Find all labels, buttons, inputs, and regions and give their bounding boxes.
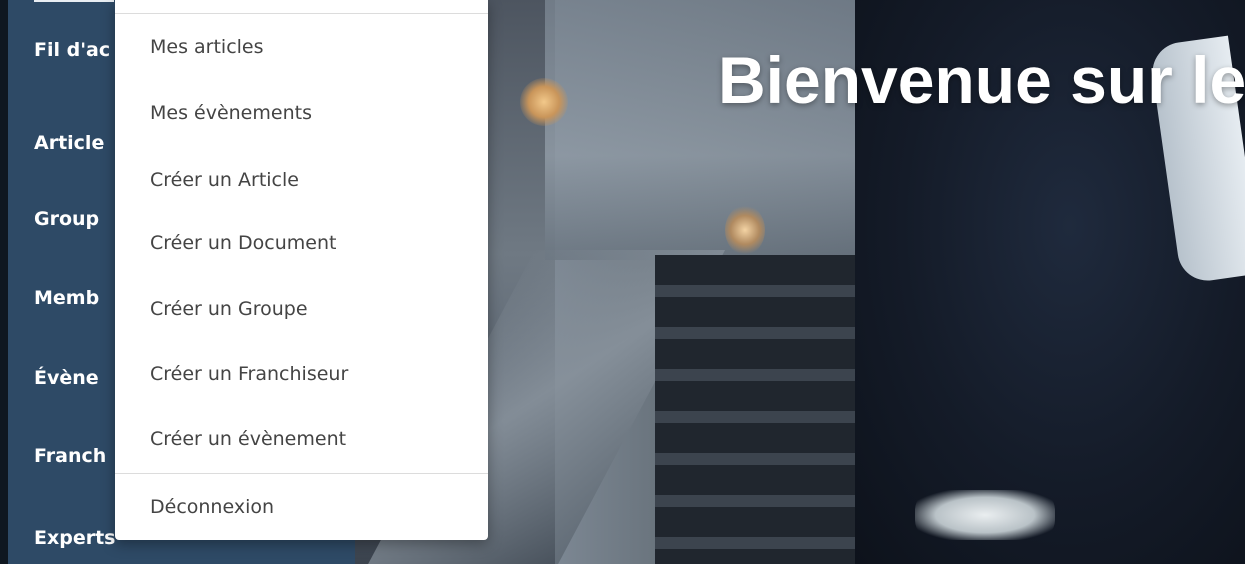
menu-item-creer-groupe[interactable]: Créer un Groupe (150, 292, 470, 326)
menu-item-creer-document[interactable]: Créer un Document (150, 226, 470, 260)
menu-item-creer-article[interactable]: Créer un Article (150, 163, 470, 197)
hero-light-bokeh (520, 78, 568, 126)
menu-item-mes-evenements[interactable]: Mes évènements (150, 96, 470, 130)
hero-background-window (545, 0, 885, 260)
page: Fil d'ac Article Group Memb Évène Franch… (0, 0, 1245, 564)
menu-item-mes-articles[interactable]: Mes articles (150, 30, 470, 64)
hero-light-glow (915, 490, 1055, 540)
user-dropdown-menu: Mes articles Mes évènements Créer un Art… (115, 0, 488, 540)
sidebar-top-divider (34, 0, 114, 2)
menu-divider (115, 13, 488, 14)
menu-item-creer-franchiseur[interactable]: Créer un Franchiseur (150, 357, 470, 391)
menu-item-creer-evenement[interactable]: Créer un évènement (150, 422, 470, 456)
hero-light-bokeh (725, 205, 765, 255)
hero-title: Bienvenue sur le (718, 43, 1245, 117)
menu-divider (115, 473, 488, 474)
logout-button[interactable]: Déconnexion (150, 490, 470, 524)
